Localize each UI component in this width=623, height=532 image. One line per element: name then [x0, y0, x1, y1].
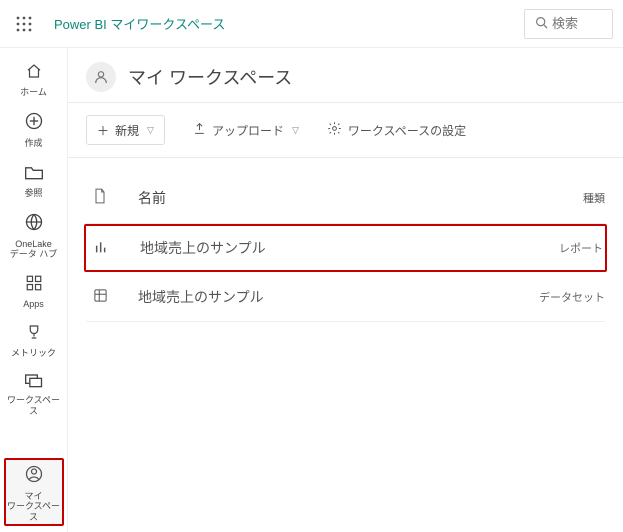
workspaces-icon: [24, 372, 44, 393]
list-header: 名前 種類: [86, 172, 605, 224]
item-type: データセット: [535, 289, 605, 305]
onelake-icon: [24, 212, 44, 237]
folder-icon: [24, 163, 44, 186]
apps-icon: [25, 274, 43, 297]
upload-label: アップロード: [212, 122, 284, 139]
rail-metric[interactable]: メトリック: [4, 315, 64, 364]
search-input[interactable]: [552, 16, 602, 31]
avatar: [86, 62, 116, 92]
page-title: マイ ワークスペース: [128, 64, 292, 90]
report-icon: [88, 240, 116, 257]
rail-apps[interactable]: Apps: [4, 266, 64, 315]
new-button-label: 新規: [115, 122, 139, 139]
rail-metric-label: メトリック: [11, 348, 56, 358]
item-name: 地域売上のサンプル: [116, 238, 533, 258]
new-button[interactable]: ＋ 新規 ▽: [86, 115, 165, 145]
rail-workspaces[interactable]: ワークスペース: [4, 364, 64, 422]
rail-onelake-label: OneLakeデータ ハブ: [10, 239, 58, 260]
upload-icon: [193, 122, 206, 138]
chevron-down-icon: ▽: [147, 125, 154, 136]
list-item-report[interactable]: 地域売上のサンプル レポート: [84, 224, 607, 272]
search-box[interactable]: [524, 9, 613, 39]
column-type[interactable]: 種類: [535, 190, 605, 206]
workspace-header: マイ ワークスペース: [68, 48, 623, 103]
brand-link[interactable]: Power BI マイワークスペース: [54, 14, 225, 33]
column-name[interactable]: 名前: [114, 188, 535, 208]
upload-button[interactable]: アップロード ▽: [193, 122, 299, 139]
rail-workspaces-label: ワークスペース: [4, 395, 64, 416]
item-name: 地域売上のサンプル: [114, 287, 535, 307]
rail-onelake[interactable]: OneLakeデータ ハブ: [4, 204, 64, 266]
plus-icon: ＋: [97, 122, 109, 139]
plus-circle-icon: [24, 111, 44, 136]
rail-create-label: 作成: [24, 138, 42, 148]
rail-apps-label: Apps: [23, 299, 44, 309]
app-launcher-icon[interactable]: [10, 10, 38, 38]
rail-my-workspace-label: マイワークスペース: [6, 491, 62, 522]
gear-icon: [327, 121, 342, 139]
dataset-icon: [86, 288, 114, 306]
chevron-down-icon: ▽: [292, 125, 299, 136]
trophy-icon: [25, 323, 43, 346]
home-icon: [25, 62, 43, 85]
rail-home[interactable]: ホーム: [4, 54, 64, 103]
rail-my-workspace[interactable]: マイワークスペース: [4, 458, 64, 526]
item-type: レポート: [533, 240, 603, 256]
person-circle-icon: [24, 464, 44, 489]
rail-home-label: ホーム: [20, 87, 47, 97]
list-item-dataset[interactable]: 地域売上のサンプル データセット: [86, 272, 605, 322]
search-icon: [535, 16, 548, 32]
file-icon: [86, 188, 114, 207]
rail-browse[interactable]: 参照: [4, 155, 64, 204]
settings-label: ワークスペースの設定: [348, 122, 466, 139]
rail-create[interactable]: 作成: [4, 103, 64, 154]
workspace-settings-button[interactable]: ワークスペースの設定: [327, 121, 466, 139]
rail-browse-label: 参照: [24, 188, 42, 198]
